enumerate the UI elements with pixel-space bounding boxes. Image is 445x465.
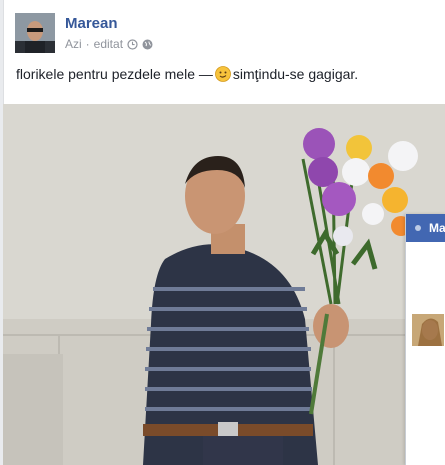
author-avatar[interactable] <box>15 13 55 53</box>
post-photo[interactable] <box>3 104 445 465</box>
clock-icon <box>127 38 138 50</box>
feeling-text: simţindu-se gagigar. <box>232 66 359 82</box>
online-status-icon <box>415 225 421 231</box>
edited-label[interactable]: editat <box>94 37 123 51</box>
globe-icon[interactable] <box>142 39 153 50</box>
chat-contact-name: Ma <box>429 221 445 235</box>
status-text: florikele pentru pezdele mele — <box>16 66 213 82</box>
chat-tab[interactable]: Ma <box>406 214 445 242</box>
chat-contact-avatar[interactable] <box>412 314 444 346</box>
post-status: florikele pentru pezdele mele — simţindu… <box>16 66 358 82</box>
smiley-emoji-icon <box>214 66 231 82</box>
post-meta: Azi · editat <box>65 37 153 51</box>
post-time[interactable]: Azi <box>65 37 82 51</box>
author-name[interactable]: Marean <box>65 15 118 32</box>
chat-sidebar: Ma <box>405 214 445 465</box>
meta-separator: · <box>85 37 90 51</box>
